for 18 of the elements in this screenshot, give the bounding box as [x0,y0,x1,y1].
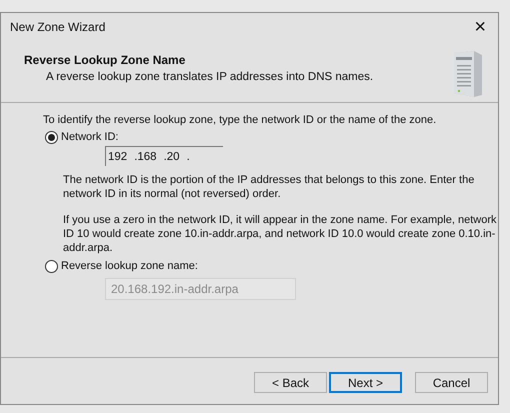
server-icon [452,49,484,97]
page-description: A reverse lookup zone translates IP addresses into DNS names. [46,70,374,85]
ip-address-field[interactable]: 192 .168 .20 . [105,146,223,166]
radio-option[interactable]: Network ID: [45,130,118,144]
instruction-text: To identify the reverse lookup zone, type the network ID or the name of the zone. [43,113,438,127]
wizard-button[interactable]: Cancel [415,372,488,393]
radio-button[interactable] [45,130,58,144]
window-title: New Zone Wizard [10,19,106,36]
octet-text: .168 [134,150,157,164]
page-heading: Reverse Lookup Zone Name [24,52,186,69]
wizard-button[interactable]: < Back [254,372,327,393]
help-text: The network ID is the portion of the IP addresses that belongs to this zone. Enter the network ID in its normal (not reversed) order. [63,173,476,201]
wizard-button[interactable]: Next > [329,372,402,393]
help-text: If you use a zero in the network ID, it will appear in the zone name. For example, network ID 10 would create zone 10.in-addr.arpa, and network ID 10.0 would create zone 0.10.in-addr.arpa. [63,213,498,255]
octet-text: 192 [108,150,128,164]
close-button[interactable]: × [474,17,486,37]
octet-text: .20 [164,150,180,164]
octet-text: . [186,150,190,164]
